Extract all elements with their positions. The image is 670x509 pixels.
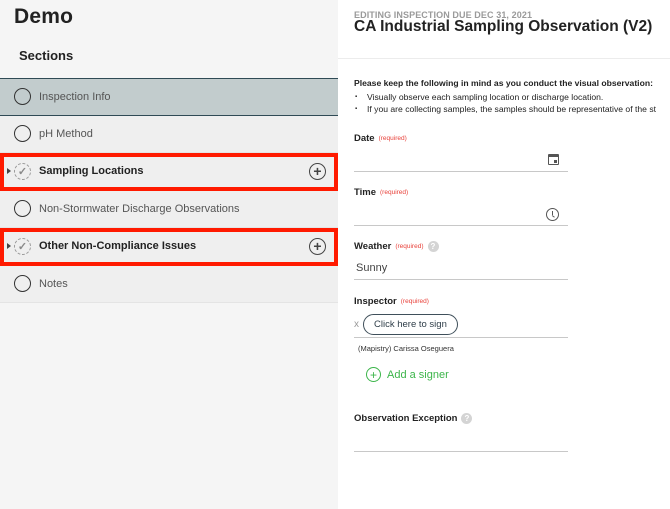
instructions-list: Visually observe each sampling location … [354, 91, 670, 115]
section-item-ph-method[interactable]: pH Method [0, 115, 338, 153]
section-list: Inspection Info pH Method ✓ Sampling Loc… [0, 78, 338, 303]
check-circle-icon: ✓ [14, 162, 31, 180]
sign-button[interactable]: Click here to sign [363, 314, 458, 335]
clock-icon[interactable] [546, 208, 559, 221]
sections-heading: Sections [19, 48, 74, 63]
radio-icon [14, 275, 31, 293]
check-circle-icon: ✓ [14, 237, 31, 255]
section-item-sampling-locations[interactable]: ✓ Sampling Locations + [0, 153, 338, 191]
date-input[interactable] [354, 148, 568, 172]
radio-icon [14, 88, 31, 106]
section-label: Inspection Info [39, 90, 111, 103]
weather-label: Weather [354, 241, 392, 252]
help-icon[interactable]: ? [427, 241, 439, 252]
instructions: Please keep the following in mind as you… [354, 78, 670, 115]
section-item-non-stormwater-discharge-observations[interactable]: Non-Stormwater Discharge Observations [0, 190, 338, 228]
instructions-title: Please keep the following in mind as you… [354, 78, 653, 88]
clear-signature-icon[interactable]: x [354, 319, 359, 330]
inspector-label: Inspector [354, 296, 397, 307]
weather-value: Sunny [356, 262, 388, 274]
caret-right-icon[interactable] [7, 243, 11, 250]
time-input[interactable] [354, 202, 568, 226]
section-label: Other Non-Compliance Issues [39, 240, 197, 253]
signature-row: x Click here to sign [354, 312, 568, 338]
add-circle-icon[interactable]: + [309, 162, 326, 180]
calendar-icon[interactable] [548, 154, 559, 165]
add-circle-icon[interactable]: + [309, 237, 326, 255]
signer-name: (Mapistry) Carissa Oseguera [358, 344, 454, 353]
observation-exception-input[interactable] [354, 428, 568, 452]
main-panel: EDITING INSPECTION DUE DEC 31, 2021 CA I… [338, 0, 670, 509]
section-label: pH Method [39, 127, 93, 140]
app-title: Demo [14, 5, 74, 28]
radio-icon [14, 125, 31, 143]
weather-field: Weather (required) ? Sunny [354, 241, 568, 280]
section-label: Sampling Locations [39, 165, 144, 178]
weather-input[interactable]: Sunny [354, 256, 568, 280]
required-marker: (required) [380, 189, 409, 196]
required-marker: (required) [395, 243, 424, 250]
date-label: Date [354, 133, 375, 144]
add-circle-icon: + [366, 367, 381, 382]
section-item-other-non-compliance-issues[interactable]: ✓ Other Non-Compliance Issues + [0, 228, 338, 266]
section-label: Notes [39, 277, 68, 290]
instruction-item: Visually observe each sampling location … [354, 91, 670, 103]
section-item-inspection-info[interactable]: Inspection Info [0, 78, 338, 116]
section-label: Non-Stormwater Discharge Observations [39, 202, 240, 215]
sidebar: Demo Sections Inspection Info pH Method … [0, 0, 338, 509]
caret-right-icon[interactable] [7, 168, 11, 175]
required-marker: (required) [400, 298, 429, 305]
add-signer-button[interactable]: + Add a signer [366, 367, 568, 382]
inspector-field: Inspector (required) x Click here to sig… [354, 296, 568, 382]
instruction-item: If you are collecting samples, the sampl… [354, 103, 670, 115]
date-field: Date (required) [354, 133, 568, 172]
time-label: Time [354, 187, 377, 198]
observation-exception-field: Observation Exception ? [354, 413, 568, 452]
time-field: Time (required) [354, 187, 568, 226]
help-icon[interactable]: ? [461, 413, 473, 424]
observation-exception-label: Observation Exception [354, 413, 458, 424]
page-title: CA Industrial Sampling Observation (V2) [354, 18, 653, 35]
radio-icon [14, 200, 31, 218]
section-item-notes[interactable]: Notes [0, 265, 338, 303]
header-divider [338, 58, 670, 59]
required-marker: (required) [378, 135, 407, 142]
add-signer-label: Add a signer [387, 368, 449, 381]
